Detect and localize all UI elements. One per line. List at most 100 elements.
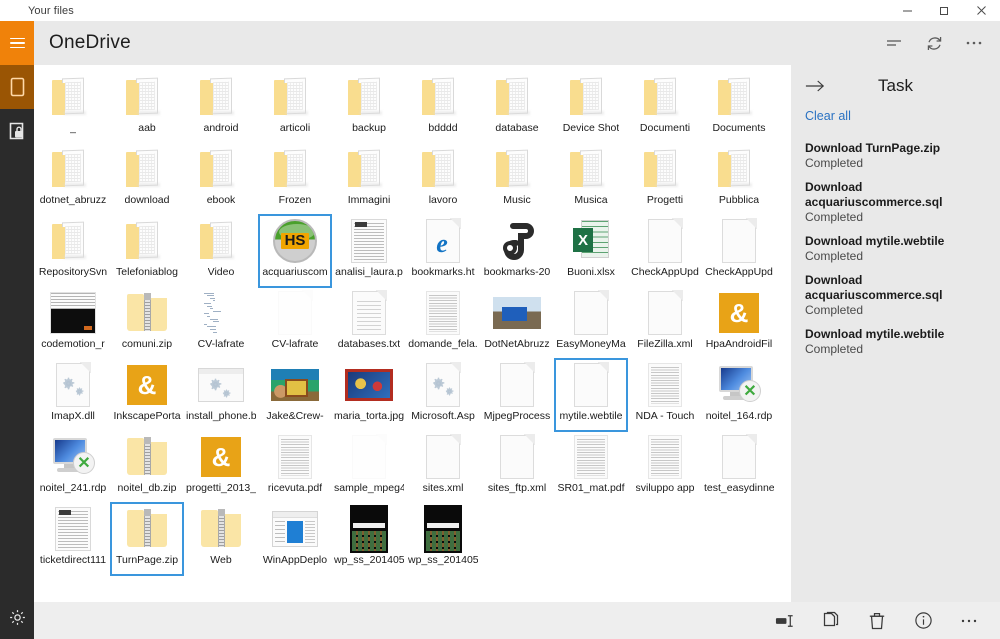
file-tile[interactable]: test_easydinne <box>703 431 775 503</box>
folder-icon <box>346 77 392 117</box>
file-label: database <box>495 122 539 134</box>
file-tile[interactable]: NDA - Touch <box>629 359 701 431</box>
minimize-button[interactable] <box>889 0 926 21</box>
sidebar-item-settings[interactable] <box>0 595 34 639</box>
file-thumbnail <box>193 289 249 337</box>
file-tile[interactable]: aab <box>111 71 183 143</box>
file-tile[interactable]: mytile.webtile <box>554 358 628 432</box>
file-tile[interactable]: codemotion_r <box>37 287 109 359</box>
file-tile[interactable]: dotnet_abruzz <box>37 143 109 215</box>
file-tile[interactable]: Microsoft.Asp <box>407 359 479 431</box>
file-tile[interactable]: & HpaAndroidFil <box>703 287 775 359</box>
file-tile[interactable]: X Buoni.xlsx <box>555 215 627 287</box>
file-tile[interactable]: ebook <box>185 143 257 215</box>
file-tile[interactable]: bdddd <box>407 71 479 143</box>
clear-all-button[interactable]: Clear all <box>791 109 865 123</box>
sidebar-item-vault[interactable] <box>0 109 34 153</box>
file-label: wp_ss_201405 <box>334 554 404 566</box>
file-tile[interactable]: FileZilla.xml <box>629 287 701 359</box>
file-tile[interactable]: sites.xml <box>407 431 479 503</box>
file-tile[interactable]: SR01_mat.pdf <box>555 431 627 503</box>
arrow-right-icon[interactable] <box>805 79 829 93</box>
file-tile[interactable]: Documenti <box>629 71 701 143</box>
info-icon[interactable] <box>900 602 946 639</box>
file-tile[interactable]: & InkscapePorta <box>111 359 183 431</box>
copy-icon[interactable] <box>808 602 854 639</box>
file-tile[interactable]: database <box>481 71 553 143</box>
file-tile[interactable]: CheckAppUpd <box>629 215 701 287</box>
ellipsis-icon[interactable] <box>946 602 992 639</box>
file-tile[interactable]: CV-lafrate <box>259 287 331 359</box>
file-tile[interactable]: lavoro <box>407 143 479 215</box>
file-tile[interactable]: wp_ss_201405 <box>407 503 479 575</box>
file-tile[interactable]: _ <box>37 71 109 143</box>
file-tile[interactable]: wp_ss_201405 <box>333 503 405 575</box>
file-tile[interactable]: sviluppo app <box>629 431 701 503</box>
file-tile[interactable]: Frozen <box>259 143 331 215</box>
file-tile[interactable]: Music <box>481 143 553 215</box>
task-item[interactable]: Download mytile.webtile Completed <box>805 234 986 264</box>
file-tile[interactable]: domande_fela. <box>407 287 479 359</box>
file-tile[interactable]: ✕ noitel_241.rdp <box>37 431 109 503</box>
file-label: Pubblica <box>718 194 760 206</box>
file-tile[interactable]: ricevuta.pdf <box>259 431 331 503</box>
file-tile[interactable]: DotNetAbruzz <box>481 287 553 359</box>
file-tile[interactable]: EasyMoneyMa <box>555 287 627 359</box>
refresh-icon[interactable] <box>914 21 954 65</box>
file-tile[interactable]: RepositorySvn <box>37 215 109 287</box>
file-tile[interactable]: Telefoniablog <box>111 215 183 287</box>
file-tile[interactable]: android <box>185 71 257 143</box>
maximize-button[interactable] <box>926 0 963 21</box>
file-tile[interactable]: Immagini <box>333 143 405 215</box>
file-tile[interactable]: backup <box>333 71 405 143</box>
task-item[interactable]: Download acquariuscommerce.sql Completed <box>805 273 986 318</box>
file-tile[interactable]: Device Shot <box>555 71 627 143</box>
file-tile[interactable]: sites_ftp.xml <box>481 431 553 503</box>
file-tile[interactable]: analisi_laura.p <box>333 215 405 287</box>
file-tile[interactable]: CV-lafrate <box>185 287 257 359</box>
file-tile[interactable]: install_phone.b <box>185 359 257 431</box>
file-tile[interactable]: Musica <box>555 143 627 215</box>
rename-icon[interactable] <box>762 602 808 639</box>
file-tile[interactable]: databases.txt <box>333 287 405 359</box>
folder-icon <box>198 77 244 117</box>
file-tile[interactable]: comuni.zip <box>111 287 183 359</box>
file-label: Jake&Crew- <box>266 410 324 422</box>
file-tile[interactable]: ✕ noitel_164.rdp <box>703 359 775 431</box>
sort-icon[interactable] <box>874 21 914 65</box>
sidebar-item-files[interactable] <box>0 65 34 109</box>
task-item[interactable]: Download TurnPage.zip Completed <box>805 141 986 171</box>
file-tile[interactable]: CheckAppUpd <box>703 215 775 287</box>
file-tile[interactable]: maria_torta.jpg <box>333 359 405 431</box>
file-tile[interactable]: ticketdirect111 <box>37 503 109 575</box>
file-tile[interactable]: bookmarks-20 <box>481 215 553 287</box>
task-item[interactable]: Download acquariuscommerce.sql Completed <box>805 180 986 225</box>
file-tile[interactable]: Progetti <box>629 143 701 215</box>
file-tile[interactable]: ImapX.dll <box>37 359 109 431</box>
file-tile[interactable]: MjpegProcess <box>481 359 553 431</box>
task-item[interactable]: Download mytile.webtile Completed <box>805 327 986 357</box>
file-grid-area[interactable]: _ aab android articoli backup bdddd database De… <box>34 65 791 602</box>
trash-icon[interactable] <box>854 602 900 639</box>
task-name: Download acquariuscommerce.sql <box>805 180 943 209</box>
file-tile[interactable]: sample_mpeg4 <box>333 431 405 503</box>
file-tile[interactable]: Video <box>185 215 257 287</box>
file-tile[interactable]: download <box>111 143 183 215</box>
file-tile[interactable]: WinAppDeplo <box>259 503 331 575</box>
file-tile[interactable]: & progetti_2013_ <box>185 431 257 503</box>
hamburger-icon[interactable] <box>0 21 34 65</box>
file-tile[interactable]: Pubblica <box>703 143 775 215</box>
file-label: InkscapePorta <box>113 410 181 422</box>
file-thumbnail <box>637 145 693 193</box>
file-tile[interactable]: TurnPage.zip <box>110 502 184 576</box>
file-tile[interactable]: Web <box>185 503 257 575</box>
close-button[interactable] <box>963 0 1000 21</box>
file-tile[interactable]: e bookmarks.ht <box>407 215 479 287</box>
file-tile[interactable]: Documents <box>703 71 775 143</box>
file-tile[interactable]: HS acquariuscom <box>258 214 332 288</box>
file-thumbnail <box>193 505 249 553</box>
file-tile[interactable]: Jake&Crew- <box>259 359 331 431</box>
file-tile[interactable]: articoli <box>259 71 331 143</box>
ellipsis-icon[interactable] <box>954 21 994 65</box>
file-tile[interactable]: noitel_db.zip <box>111 431 183 503</box>
